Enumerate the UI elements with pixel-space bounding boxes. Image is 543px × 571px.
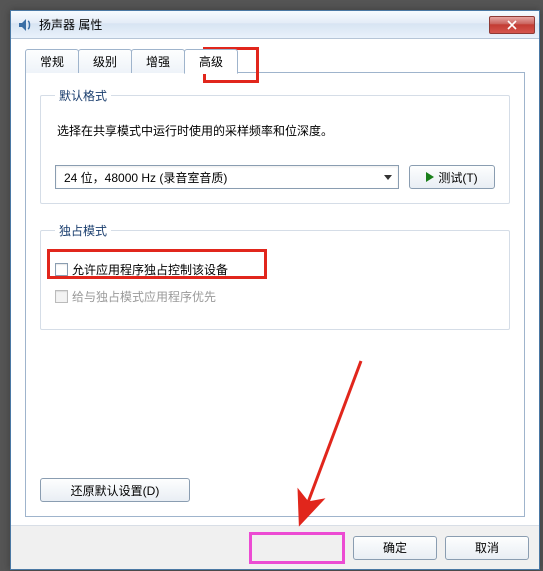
checkbox-allow-exclusive-label: 允许应用程序独占控制该设备 [72, 261, 228, 278]
client-area: 常规 级别 增强 高级 默认格式 选择在共享模式中运行时使用的采样频率和位深度。… [11, 39, 539, 525]
cancel-button-label: 取消 [475, 539, 499, 556]
default-format-desc: 选择在共享模式中运行时使用的采样频率和位深度。 [57, 122, 495, 139]
ok-button-label: 确定 [383, 539, 407, 556]
checkbox-allow-exclusive-row[interactable]: 允许应用程序独占控制该设备 [55, 261, 495, 278]
format-dropdown[interactable]: 24 位，48000 Hz (录音室音质) [55, 165, 399, 189]
checkbox-priority-row[interactable]: 给与独占模式应用程序优先 [55, 288, 495, 305]
tab-content-advanced: 默认格式 选择在共享模式中运行时使用的采样频率和位深度。 24 位，48000 … [25, 72, 525, 517]
tab-general[interactable]: 常规 [25, 49, 79, 73]
format-dropdown-value: 24 位，48000 Hz (录音室音质) [64, 169, 227, 186]
tab-advanced[interactable]: 高级 [184, 49, 238, 74]
legend-exclusive: 独占模式 [55, 222, 111, 239]
checkbox-allow-exclusive[interactable] [55, 263, 68, 276]
restore-defaults-label: 还原默认设置(D) [71, 482, 160, 499]
group-exclusive-mode: 独占模式 允许应用程序独占控制该设备 给与独占模式应用程序优先 [40, 222, 510, 330]
close-button[interactable] [489, 16, 535, 34]
dialog-footer: 确定 取消 [11, 525, 539, 569]
checkbox-priority[interactable] [55, 290, 68, 303]
legend-default-format: 默认格式 [55, 87, 111, 104]
speaker-icon [17, 17, 33, 33]
ok-button[interactable]: 确定 [353, 536, 437, 560]
cancel-button[interactable]: 取消 [445, 536, 529, 560]
tab-level[interactable]: 级别 [78, 49, 132, 73]
titlebar: 扬声器 属性 [11, 11, 539, 39]
test-button[interactable]: 测试(T) [409, 165, 495, 189]
test-button-label: 测试(T) [438, 169, 477, 186]
tab-enhance[interactable]: 增强 [131, 49, 185, 73]
group-default-format: 默认格式 选择在共享模式中运行时使用的采样频率和位深度。 24 位，48000 … [40, 87, 510, 204]
window-title: 扬声器 属性 [39, 16, 489, 33]
play-icon [426, 172, 434, 182]
restore-defaults-button[interactable]: 还原默认设置(D) [40, 478, 190, 502]
checkbox-priority-label: 给与独占模式应用程序优先 [72, 288, 216, 305]
tab-strip: 常规 级别 增强 高级 [25, 49, 525, 73]
properties-dialog: 扬声器 属性 常规 级别 增强 高级 默认格式 选择在共享模式中运行时使用的采样… [10, 10, 540, 570]
